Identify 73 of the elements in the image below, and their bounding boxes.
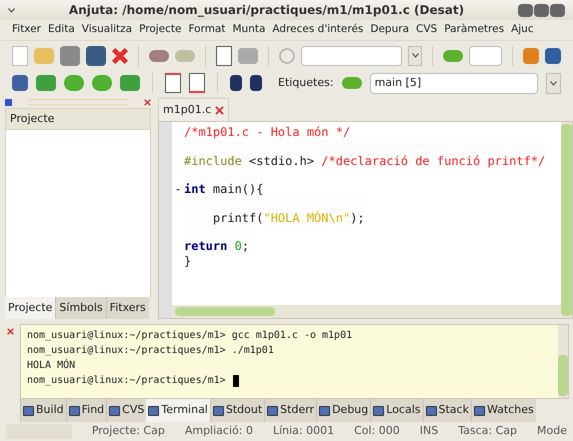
status-item: Ampliació: 0 [184, 423, 253, 440]
menu-item[interactable]: Depura [370, 22, 410, 38]
panel-tab[interactable]: Stdout [210, 399, 264, 422]
dropdown-button[interactable] [546, 72, 561, 94]
panel-tab[interactable]: Watches [470, 399, 536, 422]
status-item: Línia: 0001 [272, 423, 334, 440]
panel-tab[interactable]: Terminal [146, 399, 210, 422]
document-bottom-icon[interactable] [189, 73, 205, 93]
horizontal-scrollbar[interactable] [175, 307, 275, 316]
search-field[interactable] [301, 46, 402, 66]
close-icon[interactable] [7, 328, 14, 335]
panel-tab[interactable]: Debug [316, 399, 370, 422]
tags-field[interactable]: main [5] [370, 72, 538, 94]
dock-icon[interactable] [5, 98, 12, 106]
menu-item[interactable]: Format [188, 22, 226, 38]
caret-icon[interactable] [412, 53, 419, 58]
code-line: } [184, 254, 192, 268]
tab-icon [426, 406, 437, 416]
panel-tab[interactable]: Locals [370, 399, 423, 422]
drag-handle[interactable] [28, 99, 128, 105]
panel-header: Projecte [5, 108, 151, 130]
window-menu-icon[interactable] [8, 8, 15, 12]
terminal-line: nom_usuari@linux:~/practiques/m1> gcc m1p01.c -o m1p01 [27, 329, 352, 343]
menu-item[interactable]: Edita [48, 22, 75, 38]
menu-item[interactable]: Munta [232, 22, 266, 38]
tab-icon [212, 406, 224, 416]
tab-icon [148, 406, 160, 416]
dropdown-button[interactable] [408, 46, 422, 66]
tab-icon [109, 406, 120, 416]
line-number-field[interactable] [469, 46, 502, 66]
document-top-icon[interactable] [165, 73, 181, 93]
terminal-line: nom_usuari@linux:~/practiques/m1> [27, 374, 226, 388]
tags-label: Etiquetes: [278, 74, 334, 91]
status-item: Tasca: Cap [458, 423, 518, 440]
tab-icon [23, 406, 34, 416]
window-title: Anjuta: /home/nom_usuari/practiques/m1/m1p01.c (Desat) [68, 2, 466, 19]
close-file-icon[interactable] [112, 48, 128, 64]
menu-item[interactable]: Fitxer [12, 22, 41, 38]
menu-item[interactable]: Visualitza [82, 22, 132, 38]
panel-tab[interactable]: Fitxers [106, 297, 149, 319]
tab-icon [474, 406, 485, 416]
terminal[interactable]: nom_usuari@linux:~/practiques/m1> gcc m1p01.c -o m1p01 nom_usuari@linux:~/practiques/m1> ./m1p01 HOLA MÓN nom_usuari@linux:~/practiques/m1> [20, 324, 569, 399]
menu-item[interactable]: Paràmetres [444, 22, 504, 38]
panel-tab[interactable]: Find [66, 399, 106, 422]
panel-tab[interactable]: Build [20, 399, 66, 422]
status-item: Projecte: Cap [92, 423, 165, 440]
fold-marker[interactable]: - [174, 182, 182, 196]
vertical-scrollbar[interactable] [558, 355, 568, 396]
tab-icon [373, 406, 384, 416]
menu-item[interactable]: Ajuc [511, 22, 534, 38]
panel-tab[interactable]: CVS [106, 399, 146, 422]
file-tab[interactable]: m1p01.c [158, 98, 230, 121]
tab-icon [68, 406, 80, 416]
tab-icon [319, 406, 330, 416]
panel-tab[interactable]: Stderr [264, 399, 316, 422]
menu-item[interactable]: Projecte [139, 22, 182, 38]
menu-item[interactable]: Adreces d'interés [272, 22, 364, 38]
menu-item[interactable]: CVS [416, 22, 438, 38]
panel-tab[interactable]: Símbols [55, 297, 106, 319]
status-item: INS [420, 423, 438, 440]
tab-icon [267, 406, 278, 416]
close-icon[interactable] [144, 98, 151, 106]
terminal-line: nom_usuari@linux:~/practiques/m1> ./m1p01 [27, 344, 274, 358]
code-line: /*m1p01.c - Hola món */ [184, 125, 350, 140]
status-item: Mode [537, 423, 567, 440]
status-item: Col: 000 [354, 423, 400, 440]
caret-icon[interactable] [550, 80, 557, 86]
cursor [232, 374, 239, 386]
terminal-line: HOLA MÓN [27, 358, 76, 373]
panel-tab[interactable]: Projecte [5, 297, 56, 319]
panel-tab[interactable]: Stack [422, 399, 471, 422]
vertical-scrollbar[interactable] [561, 124, 572, 316]
close-icon[interactable] [215, 106, 224, 114]
